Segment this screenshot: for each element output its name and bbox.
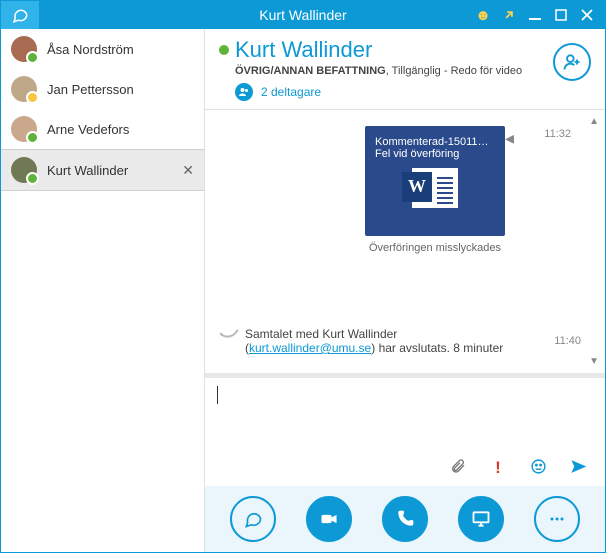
file-name: Kommenterad-15011… xyxy=(375,136,495,148)
header-subtitle: ÖVRIG/ANNAN BEFATTNING, Tillgänglig - Re… xyxy=(235,65,591,77)
file-status-caption: Överföringen misslyckades xyxy=(365,242,505,254)
contact-email-link[interactable]: kurt.wallinder@umu.se xyxy=(249,341,371,355)
file-error-text: Fel vid överföring xyxy=(375,148,495,160)
maximize-button[interactable] xyxy=(553,7,569,23)
file-transfer-card[interactable]: Kommenterad-15011… Fel vid överföring W … xyxy=(365,126,505,254)
message-timestamp: 11:40 xyxy=(554,335,581,347)
conversation-header: Kurt Wallinder ÖVRIG/ANNAN BEFATTNING, T… xyxy=(205,29,605,110)
header-contact-name[interactable]: Kurt Wallinder xyxy=(235,37,372,63)
message-input[interactable] xyxy=(205,377,605,454)
avatar xyxy=(11,36,37,62)
contact-name: Jan Pettersson xyxy=(47,82,134,97)
conversation-panel: Kurt Wallinder ÖVRIG/ANNAN BEFATTNING, T… xyxy=(205,29,605,552)
contact-name: Åsa Nordström xyxy=(47,42,134,57)
conversations-sidebar: Åsa Nordström Jan Pettersson Arne Vedefo… xyxy=(1,29,205,552)
avatar xyxy=(11,157,37,183)
priority-icon[interactable]: ! xyxy=(489,458,507,478)
contact-item[interactable]: Jan Pettersson xyxy=(1,69,204,109)
presence-indicator xyxy=(26,91,39,104)
participants-row: 2 deltagare xyxy=(235,83,591,101)
contact-item[interactable]: Arne Vedefors xyxy=(1,109,204,149)
audio-call-button[interactable] xyxy=(382,496,428,542)
more-button[interactable] xyxy=(534,496,580,542)
add-participant-button[interactable] xyxy=(553,43,591,81)
titlebar: Kurt Wallinder ☻ xyxy=(1,1,605,29)
presence-indicator xyxy=(26,172,39,185)
attach-icon[interactable] xyxy=(449,458,467,478)
conversations-tab[interactable] xyxy=(1,1,39,29)
close-conversation-icon[interactable]: ✕ xyxy=(182,162,194,179)
minimize-button[interactable] xyxy=(527,7,543,23)
contact-name: Arne Vedefors xyxy=(47,122,129,137)
call-ended-icon xyxy=(219,327,245,352)
close-button[interactable] xyxy=(579,7,595,23)
contact-item[interactable]: Åsa Nordström xyxy=(1,29,204,69)
scroll-up-button[interactable]: ▲ xyxy=(589,116,599,127)
video-call-button[interactable] xyxy=(306,496,352,542)
send-icon[interactable] xyxy=(569,458,587,478)
popout-icon[interactable] xyxy=(501,7,517,23)
emoji-icon[interactable]: ☻ xyxy=(475,7,491,23)
call-action-bar xyxy=(205,486,605,552)
presence-dot xyxy=(219,45,229,55)
contact-name: Kurt Wallinder xyxy=(47,163,128,178)
compose-toolbar: ! xyxy=(205,454,605,486)
message-area: ▲ ◂ 11:32 Kommenterad-15011… Fel vid öve… xyxy=(205,110,605,373)
avatar xyxy=(11,116,37,142)
presence-indicator xyxy=(26,51,39,64)
avatar xyxy=(11,76,37,102)
im-button[interactable] xyxy=(230,496,276,542)
participants-icon xyxy=(235,83,253,101)
presence-indicator xyxy=(26,131,39,144)
present-button[interactable] xyxy=(458,496,504,542)
emoticon-icon[interactable] xyxy=(529,458,547,478)
message-timestamp: 11:32 xyxy=(544,128,571,140)
call-ended-text: Samtalet med Kurt Wallinder (kurt.wallin… xyxy=(245,327,546,355)
call-ended-row: Samtalet med Kurt Wallinder (kurt.wallin… xyxy=(219,327,581,355)
bubble-pointer-icon: ◂ xyxy=(505,128,514,149)
participants-link[interactable]: 2 deltagare xyxy=(261,85,321,99)
word-file-icon: W xyxy=(412,168,458,208)
scroll-down-button[interactable]: ▼ xyxy=(589,356,599,367)
contact-item-selected[interactable]: Kurt Wallinder ✕ xyxy=(1,149,204,191)
